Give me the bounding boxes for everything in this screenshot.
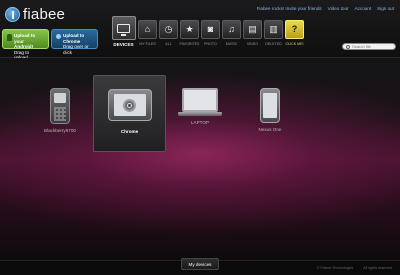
video-tour-link[interactable]: Video tour <box>328 6 349 11</box>
upload-chrome-title: Upload to Chrome <box>63 33 85 44</box>
device-laptop[interactable]: LAPTOP <box>177 88 223 125</box>
top-links: Fiabee rocks! Invite your friends Video … <box>257 6 394 11</box>
tab-music-label: MUSIC <box>225 42 238 46</box>
tab-favorites-label: FAVORITES <box>179 42 200 46</box>
search-box <box>342 43 396 50</box>
tab-music[interactable]: ♫ MUSIC <box>222 20 241 47</box>
device-nexus-one-label: Nexus One <box>258 127 282 132</box>
device-chrome[interactable]: Chrome <box>93 75 166 152</box>
sign-out-link[interactable]: Sign out <box>377 6 394 11</box>
tab-video[interactable]: ▤ VIDEO <box>243 20 262 47</box>
tab-devices-label: DEVICES <box>113 42 134 47</box>
android-icon <box>7 34 12 41</box>
fiabee-logo-icon <box>5 7 20 22</box>
search-input[interactable] <box>352 43 396 50</box>
device-blackberry-label: Blackberry9700 <box>44 128 76 133</box>
upload-android-button[interactable]: Upload to your Android! Drag to upload <box>2 29 49 60</box>
main-nav: DEVICES ⌂ MY FILES ◷ ALL ★ FAVORITES ◙ P… <box>111 16 304 47</box>
camera-icon: ◙ <box>201 20 220 39</box>
device-chrome-label: Chrome <box>120 129 139 134</box>
brand-name: fiabee <box>23 6 66 23</box>
tab-all[interactable]: ◷ ALL <box>159 20 178 47</box>
device-nexus-one[interactable]: Nexus One <box>252 88 288 132</box>
upload-android-title: Upload to your Android! <box>14 33 36 50</box>
tab-favorites[interactable]: ★ FAVORITES <box>180 20 199 47</box>
tab-deleted-label: DELETED <box>265 42 282 46</box>
footer: My devices © Fiabee Technologies All rig… <box>0 258 400 275</box>
clock-icon: ◷ <box>159 20 178 39</box>
top-bar: fiabee Fiabee rocks! Invite your friends… <box>0 0 400 60</box>
copyright-text: © Fiabee Technologies <box>316 266 354 270</box>
device-blackberry[interactable]: Blackberry9700 <box>41 88 79 133</box>
tab-click-me[interactable]: ? CLICK ME! <box>285 20 304 47</box>
tablet-icon <box>107 89 152 121</box>
footer-legal: © Fiabee Technologies All rights reserve… <box>317 266 392 270</box>
music-note-icon: ♫ <box>222 20 241 39</box>
tab-devices[interactable]: DEVICES <box>111 16 136 47</box>
trash-icon: ▥ <box>264 20 283 39</box>
fiabee-logo[interactable]: fiabee <box>5 6 65 23</box>
smartphone-icon <box>260 88 280 123</box>
tab-my-files[interactable]: ⌂ MY FILES <box>138 20 157 47</box>
star-icon: ★ <box>180 20 199 39</box>
chrome-logo-icon <box>123 98 136 112</box>
devices-stage: Blackberry9700 Chrome LAPTOP Nexus One <box>0 58 400 260</box>
tab-deleted[interactable]: ▥ DELETED <box>264 20 283 47</box>
film-icon: ▤ <box>243 20 262 39</box>
tab-all-label: ALL <box>165 42 172 46</box>
tab-photo-label: PHOTO <box>204 42 217 46</box>
monitor-icon <box>111 16 136 40</box>
invite-friends-link[interactable]: Fiabee rocks! Invite your friends <box>257 6 322 11</box>
search-icon <box>346 44 350 49</box>
home-icon: ⌂ <box>138 20 157 39</box>
tab-photo[interactable]: ◙ PHOTO <box>201 20 220 47</box>
blackberry-phone-icon <box>50 88 70 124</box>
device-laptop-label: LAPTOP <box>190 120 210 125</box>
tab-my-files-label: MY FILES <box>139 42 156 46</box>
account-link[interactable]: Account <box>355 6 372 11</box>
rights-text: All rights reserved <box>363 266 392 270</box>
tab-video-label: VIDEO <box>246 42 259 46</box>
upload-chrome-subtitle: Drag over or click <box>63 44 89 55</box>
tab-click-me-label: CLICK ME! <box>285 42 304 46</box>
chrome-icon <box>56 34 61 39</box>
my-devices-tab[interactable]: My devices <box>181 258 219 270</box>
upload-chrome-button[interactable]: Upload to Chrome Drag over or click <box>51 29 98 55</box>
help-icon: ? <box>285 20 304 39</box>
laptop-icon <box>178 88 222 116</box>
